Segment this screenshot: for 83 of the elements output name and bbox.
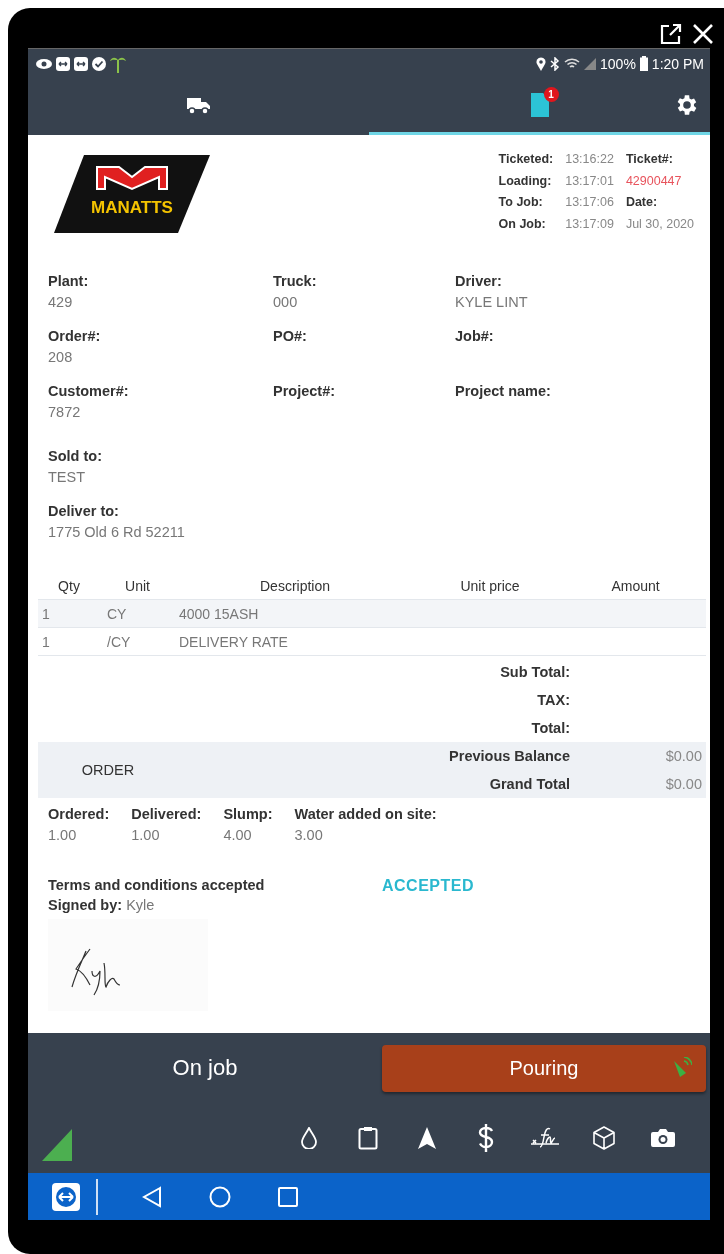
field-label: Project name: [455,383,552,399]
field-label: Sold to: [48,448,103,464]
pouring-button[interactable]: Pouring [382,1044,706,1092]
home-icon[interactable] [209,1185,231,1208]
time-value: 13:16:22 [565,151,614,168]
location-icon [536,56,547,71]
remote-control-icon [56,56,70,71]
table-cell-text: CY [106,605,128,622]
ticket-number-label: Ticket#: [625,151,674,168]
measure-label: Slump: [223,806,273,822]
order-label: ORDER [80,762,136,778]
measure-value: 1.00 [131,827,161,843]
measure-label: Water added on site: [294,806,437,822]
wifi-icon [564,57,581,70]
time-label: On Job: [498,215,547,233]
field-value: 1775 Old 6 Rd 52211 [48,524,186,540]
truck-icon [185,95,212,115]
total-label: Sub Total: [499,664,570,680]
balance-label: Previous Balance [448,748,570,764]
field-value: 7872 [48,404,82,420]
remote-control-icon [74,56,88,71]
field-label: Plant: [48,273,90,289]
field-label: Job#: [455,328,495,344]
time-value: 13:17:01 [565,172,614,190]
column-header: Description [259,577,331,594]
balance-value: $0.00 [664,776,703,792]
terms-text: Terms and conditions accepted [48,877,265,893]
check-circle-icon [92,56,106,71]
measure-label: Ordered: [48,806,110,822]
clock-time: 1:20 PM [651,55,704,72]
triangle-icon [42,1129,72,1161]
ticket-number: 42900447 [625,172,683,190]
table-cell-text: 1 [41,633,51,650]
eye-icon [36,58,52,69]
column-header: Unit price [459,577,521,594]
field-label: Truck: [273,273,318,289]
signal-icon [584,57,597,70]
external-link-icon[interactable] [660,23,682,45]
total-label: TAX: [536,692,570,708]
battery-percent: 100% [600,55,636,72]
field-value: 208 [48,349,74,365]
field-label: Driver: [455,273,503,289]
measure-value: 3.00 [294,827,324,843]
time-label: Loading: [498,172,553,190]
time-value: 13:17:09 [565,215,614,233]
remote-control-icon[interactable] [52,1182,80,1211]
balance-value: $0.00 [664,748,703,764]
field-label: Customer#: [48,383,130,399]
field-label: Project#: [273,383,337,399]
time-value: 13:17:06 [565,194,614,211]
field-label: Order#: [48,328,102,344]
field-label: Deliver to: [48,503,120,519]
measure-value: 1.00 [48,827,78,843]
company-logo: MANATTS [52,153,212,235]
field-value: TEST [48,469,87,485]
signed-by-text: Signed by: Kyle [48,897,156,913]
table-cell-text: /CY [106,633,132,650]
bluetooth-icon [550,56,561,71]
column-header: Amount [610,577,661,594]
table-cell-text: 1 [41,605,51,622]
time-label: To Job: [498,194,544,211]
field-value: KYLE LINT [455,294,529,310]
accepted-status: ACCEPTED [382,877,475,896]
column-header: Qty [57,577,81,594]
time-label: Ticketed: [498,151,554,168]
recent-apps-icon[interactable] [278,1186,298,1207]
field-label: PO#: [273,328,308,344]
document-icon [530,93,549,117]
job-status: On job [171,1055,239,1081]
table-cell-text: DELIVERY RATE [178,633,289,650]
date-label: Date: [625,194,659,211]
field-value: 000 [273,294,299,310]
total-label: Total: [530,720,570,736]
battery-icon [639,56,648,71]
balance-label: Grand Total [488,776,570,792]
ticket-date: Jul 30, 2020 [625,215,694,233]
measure-label: Delivered: [131,806,202,822]
measure-value: 4.00 [223,827,253,843]
close-icon[interactable] [692,23,714,45]
field-value: 429 [48,294,74,310]
column-header: Unit [124,577,151,594]
back-icon[interactable] [142,1185,162,1208]
table-cell-text: 4000 15ASH [178,605,260,622]
